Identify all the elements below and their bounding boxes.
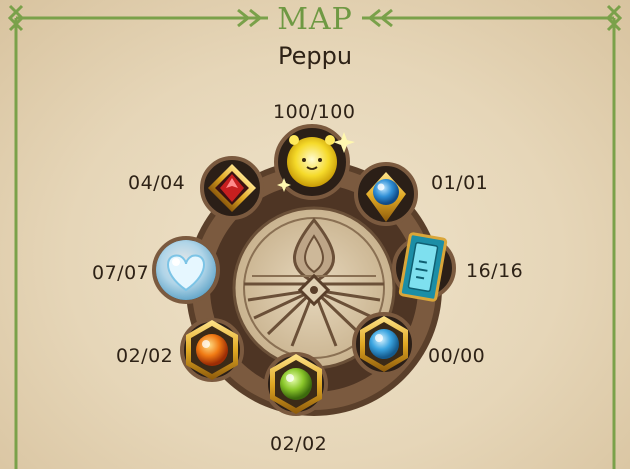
map-scene xyxy=(7,4,623,469)
collection-slot-orange-gem[interactable] xyxy=(180,318,244,382)
count-label-spirit: 100/100 xyxy=(273,101,356,123)
count-label-card: 16/16 xyxy=(466,260,524,282)
map-title: MAP xyxy=(277,2,353,37)
count-label-blue-charm: 01/01 xyxy=(431,172,489,194)
count-label-red-gem: 04/04 xyxy=(128,172,186,194)
collection-slot-blue-charm[interactable] xyxy=(354,162,418,226)
count-label-crystal-heart: 07/07 xyxy=(92,262,150,284)
count-label-orange-gem: 02/02 xyxy=(116,345,174,367)
region-name: Peppu xyxy=(277,42,353,70)
collection-slot-blue-gem[interactable] xyxy=(352,312,416,376)
crystal-heart-icon xyxy=(156,240,216,300)
collection-slot-crystal-heart[interactable] xyxy=(152,236,220,304)
collection-slot-red-gem[interactable] xyxy=(200,156,264,220)
count-label-green-gem: 02/02 xyxy=(270,433,328,455)
collection-slot-green-gem[interactable] xyxy=(264,352,328,416)
count-label-blue-gem: 00/00 xyxy=(428,345,486,367)
